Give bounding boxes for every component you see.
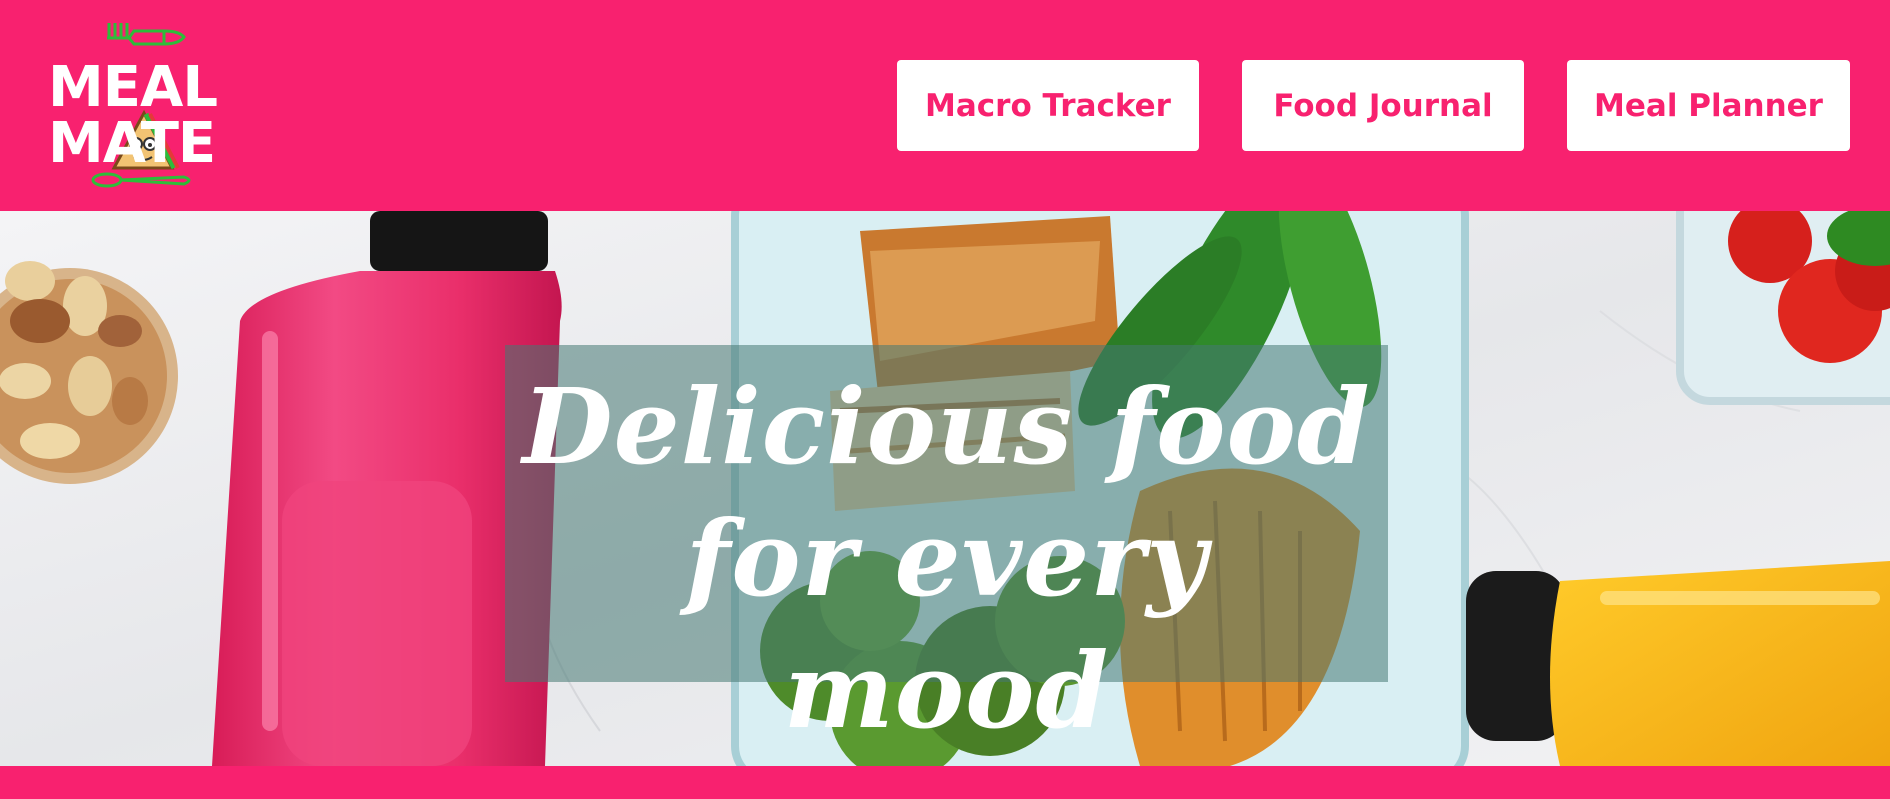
nav-food-journal-button[interactable]: Food Journal	[1242, 60, 1524, 151]
site-header: MEAL MATE Macro Tracker Food Journal Mea…	[0, 0, 1890, 211]
nav-macro-tracker-button[interactable]: Macro Tracker	[897, 60, 1199, 151]
footer-strip	[0, 766, 1890, 799]
nav-meal-planner-button[interactable]: Meal Planner	[1567, 60, 1850, 151]
orange-juice-bottle-image	[1466, 561, 1890, 766]
logo-text-mate: MATE	[48, 111, 216, 176]
fork-icon	[107, 23, 186, 46]
hero-banner: Delicious food for every mood	[0, 211, 1890, 766]
hero-headline-line-1: Delicious food	[522, 365, 1371, 488]
logo-text-meal: MEAL	[48, 55, 218, 120]
meal-mate-logo[interactable]: MEAL MATE	[44, 18, 254, 194]
hero-headline-line-2: for every mood	[685, 497, 1208, 752]
hero-headline: Delicious food for every mood	[505, 361, 1388, 757]
tomato-container-image	[1676, 211, 1890, 405]
